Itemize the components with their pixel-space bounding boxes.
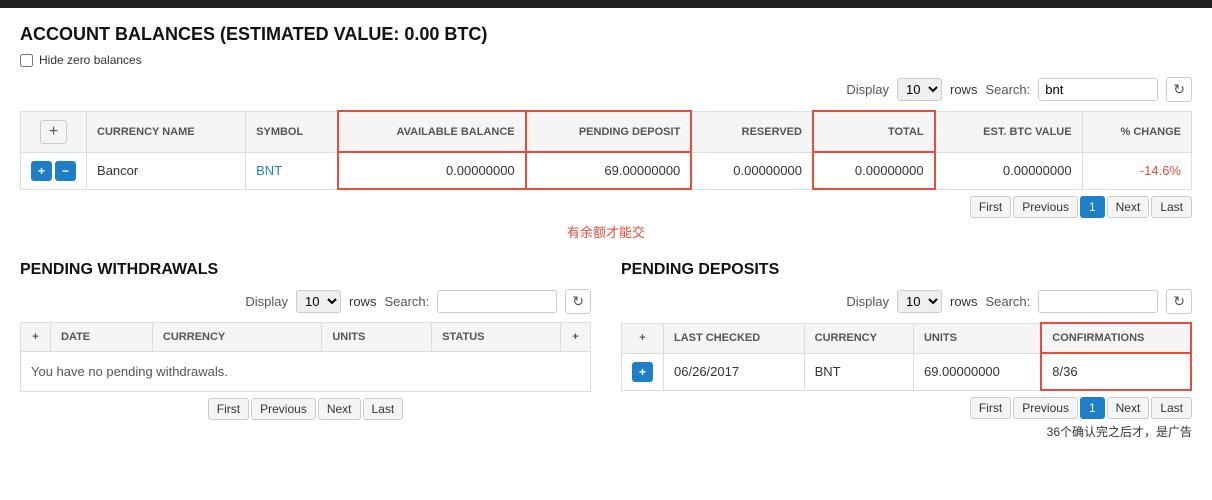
pd-col-confirmations: CONFIRMATIONS (1041, 323, 1191, 353)
deposits-controls: Display 10 25 50 rows Search: ↻ (621, 289, 1192, 314)
wd-refresh-button[interactable]: ↻ (565, 289, 591, 314)
row-est-btc: 0.00000000 (935, 152, 1082, 189)
pd-row-currency: BNT (804, 353, 913, 390)
col-currency-name: CURRENCY NAME (87, 111, 246, 152)
row-pending-deposit: 69.00000000 (526, 152, 692, 189)
two-sections: PENDING WITHDRAWALS Display 10 25 50 row… (20, 261, 1192, 441)
withdrawals-controls: Display 10 25 50 rows Search: ↻ (20, 289, 591, 314)
wd-col-date: DATE (51, 323, 153, 352)
pd-row-confirmations: 8/36 (1041, 353, 1191, 390)
pd-search-label: Search: (985, 294, 1030, 309)
pending-withdrawals-section: PENDING WITHDRAWALS Display 10 25 50 row… (20, 261, 591, 441)
pd-col-currency: CURRENCY (804, 323, 913, 353)
wd-col-status: STATUS (432, 323, 561, 352)
wd-previous-button[interactable]: Previous (251, 398, 316, 420)
hide-zero-container: Hide zero balances (20, 53, 1192, 67)
pd-col-last-checked: LAST CHECKED (664, 323, 805, 353)
wd-display-label: Display (245, 294, 288, 309)
deposits-table: + LAST CHECKED CURRENCY UNITS CONFIRMATI… (621, 322, 1192, 391)
row-symbol: BNT (246, 152, 338, 189)
wd-no-data-row: You have no pending withdrawals. (21, 352, 591, 392)
col-change: % CHANGE (1082, 111, 1191, 152)
display-label: Display (846, 82, 889, 97)
pending-deposits-title: PENDING DEPOSITS (621, 261, 1192, 279)
wd-search-input[interactable] (437, 290, 557, 313)
pd-previous-button[interactable]: Previous (1013, 397, 1078, 419)
last-page-button[interactable]: Last (1151, 196, 1192, 218)
pd-refresh-button[interactable]: ↻ (1166, 289, 1192, 314)
wd-last-button[interactable]: Last (363, 398, 404, 420)
col-plus: + (21, 111, 87, 152)
pending-deposits-section: PENDING DEPOSITS Display 10 25 50 rows S… (621, 261, 1192, 441)
pd-current-page[interactable]: 1 (1080, 397, 1105, 419)
account-refresh-button[interactable]: ↻ (1166, 77, 1192, 102)
pd-row-units: 69.00000000 (913, 353, 1041, 390)
pd-first-button[interactable]: First (970, 397, 1011, 419)
account-search-input[interactable] (1038, 78, 1158, 101)
table-row: + − Bancor BNT 0.00000000 69.00000000 0.… (21, 152, 1192, 189)
col-symbol: SYMBOL (246, 111, 338, 152)
col-est-btc: EST. BTC VALUE (935, 111, 1082, 152)
wd-next-button[interactable]: Next (318, 398, 361, 420)
col-pending-deposit: PENDING DEPOSIT (526, 111, 692, 152)
row-available-balance: 0.00000000 (338, 152, 526, 189)
add-col-button[interactable]: + (40, 120, 67, 144)
pd-pagination: First Previous 1 Next Last (621, 397, 1192, 419)
col-total: TOTAL (813, 111, 935, 152)
pd-row-actions: + (622, 353, 664, 390)
row-actions: + − (21, 152, 87, 189)
pd-row-add-button[interactable]: + (632, 362, 653, 382)
pd-display-select[interactable]: 10 25 50 (897, 290, 942, 313)
row-remove-button[interactable]: − (55, 161, 76, 181)
account-balances-controls: Display 10 25 50 rows Search: ↻ (20, 77, 1192, 102)
withdrawals-table: + DATE CURRENCY UNITS STATUS + You have … (20, 322, 591, 392)
symbol-link[interactable]: BNT (256, 163, 282, 178)
pd-table-row: + 06/26/2017 BNT 69.00000000 8/36 (622, 353, 1192, 390)
wd-first-button[interactable]: First (208, 398, 249, 420)
col-available-balance: AVAILABLE BALANCE (338, 111, 526, 152)
wd-pagination: First Previous Next Last (20, 398, 591, 420)
search-label: Search: (985, 82, 1030, 97)
wd-col-plus: + (21, 323, 51, 352)
chinese-note-2-text: 36个确认完之后才，是广告 (1047, 425, 1192, 439)
wd-display-select[interactable]: 10 25 50 (296, 290, 341, 313)
col-reserved: RESERVED (691, 111, 813, 152)
row-change: -14.6% (1082, 152, 1191, 189)
account-balances-pagination: First Previous 1 Next Last (20, 196, 1192, 218)
wd-no-data: You have no pending withdrawals. (21, 352, 591, 392)
row-reserved: 0.00000000 (691, 152, 813, 189)
wd-col-units: UNITS (322, 323, 432, 352)
hide-zero-checkbox[interactable] (20, 54, 33, 67)
display-select[interactable]: 10 25 50 (897, 78, 942, 101)
pd-last-button[interactable]: Last (1151, 397, 1192, 419)
row-add-button[interactable]: + (31, 161, 52, 181)
rows-label: rows (950, 82, 977, 97)
first-page-button[interactable]: First (970, 196, 1011, 218)
next-page-button[interactable]: Next (1107, 196, 1150, 218)
wd-rows-label: rows (349, 294, 376, 309)
pd-col-plus: + (622, 323, 664, 353)
wd-col-plus2: + (561, 323, 591, 352)
account-balances-title: ACCOUNT BALANCES (ESTIMATED VALUE: 0.00 … (20, 24, 1192, 45)
previous-page-button[interactable]: Previous (1013, 196, 1078, 218)
wd-search-label: Search: (384, 294, 429, 309)
pd-rows-label: rows (950, 294, 977, 309)
pd-search-input[interactable] (1038, 290, 1158, 313)
chinese-note-1: 有余额才能交 (20, 222, 1192, 241)
pd-next-button[interactable]: Next (1107, 397, 1150, 419)
hide-zero-label: Hide zero balances (39, 53, 142, 67)
row-total: 0.00000000 (813, 152, 935, 189)
row-currency-name: Bancor (87, 152, 246, 189)
chinese-note-2: 36个确认完之后才，是广告 (621, 423, 1192, 441)
wd-col-currency: CURRENCY (152, 323, 321, 352)
pending-withdrawals-title: PENDING WITHDRAWALS (20, 261, 591, 279)
pd-col-units: UNITS (913, 323, 1041, 353)
pd-row-last-checked: 06/26/2017 (664, 353, 805, 390)
current-page-button[interactable]: 1 (1080, 196, 1105, 218)
pd-display-label: Display (846, 294, 889, 309)
account-balances-table: + CURRENCY NAME SYMBOL AVAILABLE BALANCE… (20, 110, 1192, 190)
